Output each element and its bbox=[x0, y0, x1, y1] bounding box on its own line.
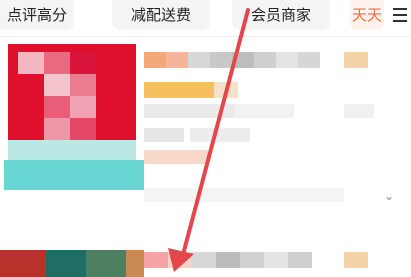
pixel-block bbox=[144, 104, 234, 118]
pixel-block bbox=[144, 128, 184, 142]
pixel-block bbox=[0, 250, 46, 277]
pixel-block bbox=[344, 52, 368, 68]
pixel-block bbox=[216, 252, 240, 268]
filter-bar: 点评高分 减配送费 会员商家 天天 bbox=[0, 0, 411, 37]
pixel-block bbox=[144, 188, 344, 202]
pixel-block bbox=[70, 96, 96, 118]
pixel-block bbox=[264, 252, 288, 268]
pixel-block bbox=[254, 52, 276, 68]
pixel-block bbox=[214, 82, 238, 98]
pixel-block bbox=[144, 252, 168, 268]
chevron-down-icon[interactable]: ⌄ bbox=[384, 190, 396, 202]
filter-top-rated[interactable]: 点评高分 bbox=[0, 0, 74, 30]
pixel-block bbox=[18, 52, 44, 74]
pixel-block bbox=[126, 250, 144, 277]
pixel-block bbox=[166, 52, 188, 68]
store-tag-band bbox=[4, 160, 144, 190]
pixel-block bbox=[276, 52, 298, 68]
store-thumbnail[interactable] bbox=[8, 44, 136, 164]
pixel-block bbox=[344, 104, 374, 118]
pixel-block bbox=[192, 252, 216, 268]
pixel-block bbox=[70, 52, 96, 74]
menu-icon[interactable] bbox=[387, 0, 411, 30]
pixel-block bbox=[234, 104, 294, 118]
pixel-block bbox=[70, 118, 96, 140]
pixel-block bbox=[190, 128, 250, 142]
pixel-block bbox=[70, 74, 96, 96]
pixel-block bbox=[44, 52, 70, 74]
pixel-block bbox=[232, 52, 254, 68]
pixel-block bbox=[298, 52, 320, 68]
pixel-block bbox=[46, 250, 86, 277]
filter-daily-promo[interactable]: 天天 bbox=[350, 0, 384, 30]
pixel-block bbox=[210, 52, 232, 68]
pixel-block bbox=[86, 250, 126, 277]
pixel-block bbox=[144, 82, 214, 98]
pixel-block bbox=[344, 252, 368, 268]
filter-reduced-delivery[interactable]: 减配送费 bbox=[112, 0, 210, 30]
pixel-block bbox=[144, 150, 208, 164]
filter-member-merchants[interactable]: 会员商家 bbox=[232, 0, 330, 30]
pixel-block bbox=[44, 118, 70, 140]
pixel-block bbox=[168, 252, 192, 268]
pixel-block bbox=[44, 96, 70, 118]
pixel-block bbox=[44, 74, 70, 96]
pixel-block bbox=[188, 52, 210, 68]
pixel-block bbox=[144, 52, 166, 68]
pixel-block bbox=[288, 252, 312, 268]
pixel-block bbox=[240, 252, 264, 268]
